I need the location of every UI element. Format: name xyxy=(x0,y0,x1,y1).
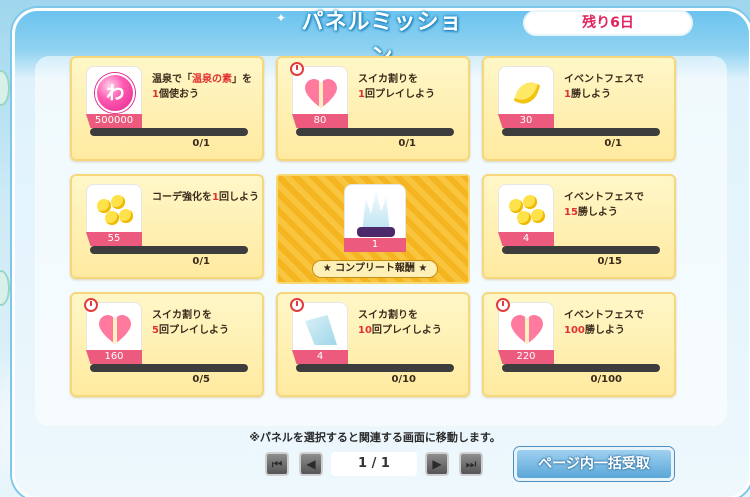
progress-bar xyxy=(502,128,660,136)
heart-gift-icon xyxy=(99,315,131,345)
progress-bar xyxy=(90,246,248,254)
mission-text: スイカ割りを 1回プレイしよう xyxy=(358,74,435,100)
complete-reward-panel[interactable]: 1 ★ コンプリート報酬 ★ xyxy=(276,174,470,284)
timer-icon xyxy=(290,298,304,312)
complete-reward-label: ★ コンプリート報酬 ★ xyxy=(312,260,438,278)
progress-text: 0/5 xyxy=(192,374,210,385)
first-page-icon: ⏮ xyxy=(271,457,283,471)
timer-icon xyxy=(496,298,510,312)
progress-bar xyxy=(90,128,248,136)
heart-gift-icon xyxy=(511,315,543,345)
progress-text: 0/1 xyxy=(604,138,622,149)
progress-text: 0/1 xyxy=(192,138,210,149)
footnote-text: ※パネルを選択すると関連する画面に移動します。 xyxy=(249,431,501,444)
leaf-icon xyxy=(513,78,541,108)
page-title: パネルミッション xyxy=(301,10,463,69)
item-count: 220 xyxy=(498,350,554,364)
reward-count: 1 xyxy=(344,238,406,252)
mission-panel-3[interactable]: 30 イベントフェスで 1勝しよう 0/1 xyxy=(482,56,676,161)
title-sparkle-icon: ✦ xyxy=(276,11,287,25)
item-count: 4 xyxy=(292,350,348,364)
prev-page-button[interactable]: ◀ xyxy=(299,452,323,476)
heart-gift-icon xyxy=(305,79,337,109)
item-count: 80 xyxy=(292,114,348,128)
progress-bar xyxy=(90,364,248,372)
item-count: 500000 xyxy=(86,114,142,128)
mission-text: スイカ割りを 5回プレイしよう xyxy=(152,310,229,336)
mission-text: コーデ強化を1回しよう xyxy=(152,192,259,203)
mission-text: 温泉で「温泉の素」を 1個使おう xyxy=(152,74,252,100)
item-count: 30 xyxy=(498,114,554,128)
mission-panel-2[interactable]: 80 スイカ割りを 1回プレイしよう 0/1 xyxy=(276,56,470,161)
progress-text: 0/15 xyxy=(597,256,622,267)
mission-text: スイカ割りを 10回プレイしよう xyxy=(358,310,442,336)
days-left-badge: 残り6日 xyxy=(523,10,693,36)
mission-panel-6[interactable]: 160 スイカ割りを 5回プレイしよう 0/5 xyxy=(70,292,264,397)
item-icon-box xyxy=(498,66,554,122)
next-page-button[interactable]: ▶ xyxy=(425,452,449,476)
progress-bar xyxy=(502,364,660,372)
page-indicator: 1 / 1 xyxy=(331,452,417,476)
first-page-button[interactable]: ⏮ xyxy=(265,452,289,476)
progress-text: 0/10 xyxy=(391,374,416,385)
progress-bar xyxy=(502,246,660,254)
progress-text: 0/1 xyxy=(398,138,416,149)
timer-icon xyxy=(84,298,98,312)
mission-panel-1[interactable]: ゎ 500000 温泉で「温泉の素」を 1個使おう 0/1 xyxy=(70,56,264,161)
crystal-base xyxy=(357,227,395,237)
progress-text: 0/1 xyxy=(192,256,210,267)
mission-text: イベントフェスで 100勝しよう xyxy=(564,310,644,336)
next-page-icon: ▶ xyxy=(432,457,442,471)
prev-page-icon: ◀ xyxy=(306,457,316,471)
item-count: 55 xyxy=(86,232,142,246)
tent-icon xyxy=(305,315,337,345)
item-icon-box xyxy=(498,184,554,240)
bath-salt-icon: ゎ xyxy=(95,73,135,113)
last-page-icon: ⏭ xyxy=(465,457,477,471)
progress-bar xyxy=(296,128,454,136)
progress-bar xyxy=(296,364,454,372)
timer-icon xyxy=(290,62,304,76)
mission-panel-5[interactable]: 4 イベントフェスで 15勝しよう 0/15 xyxy=(482,174,676,279)
crystal-icon xyxy=(362,191,390,229)
last-page-button[interactable]: ⏭ xyxy=(459,452,483,476)
item-icon-box xyxy=(86,184,142,240)
mission-panel-4[interactable]: 55 コーデ強化を1回しよう 0/1 xyxy=(70,174,264,279)
collect-all-button[interactable]: ページ内一括受取 xyxy=(514,447,674,481)
flower-icon xyxy=(95,195,135,231)
mission-panel-8[interactable]: 220 イベントフェスで 100勝しよう 0/100 xyxy=(482,292,676,397)
mission-text: イベントフェスで 1勝しよう xyxy=(564,74,644,100)
mission-text: イベントフェスで 15勝しよう xyxy=(564,192,644,218)
item-count: 4 xyxy=(498,232,554,246)
item-icon-box: ゎ xyxy=(86,66,142,122)
progress-text: 0/100 xyxy=(590,374,622,385)
item-count: 160 xyxy=(86,350,142,364)
flower-icon xyxy=(507,195,547,231)
reward-icon-box xyxy=(344,184,406,246)
mission-panel-7[interactable]: 4 スイカ割りを 10回プレイしよう 0/10 xyxy=(276,292,470,397)
